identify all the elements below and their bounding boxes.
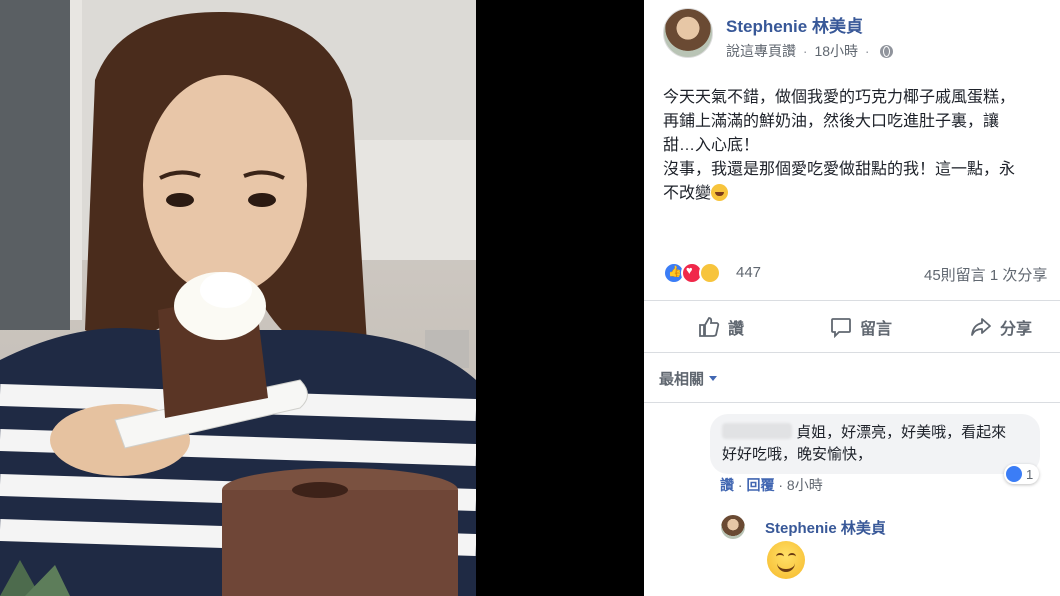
comment-icon <box>831 318 851 338</box>
caret-down-icon <box>709 376 718 381</box>
share-icon <box>971 318 991 336</box>
globe-icon[interactable] <box>880 45 894 58</box>
reply-author-name[interactable]: Stephenie 林美貞 <box>765 517 886 538</box>
haha-reaction-icon <box>699 262 721 284</box>
share-button[interactable]: 分享 <box>970 308 1032 346</box>
comment-text-line1: 貞姐，好漂亮，好美哦，看起來 <box>796 424 1007 441</box>
meta-separator: · <box>802 43 808 59</box>
post-text-line4: 沒事，我還是那個愛吃愛做甜點的我！這一點，永 <box>663 161 1016 178</box>
comment-filter-label: 最相關 <box>659 371 705 388</box>
post-panel: Stephenie 林美貞 說這專頁讚 · 18小時 · 今天天氣不錯，做個我愛… <box>644 0 1060 596</box>
comment-meta-separator: · <box>737 477 743 493</box>
meta-separator-2: · <box>864 43 870 59</box>
post-text-line2: 再鋪上滿滿的鮮奶油，然後大口吃進肚子裏，讓 <box>663 113 1000 130</box>
like-button-label: 讚 <box>728 321 745 338</box>
post-photo[interactable] <box>0 0 476 596</box>
reply-avatar[interactable] <box>721 515 745 539</box>
share-button-label: 分享 <box>1000 321 1033 338</box>
commenter-name-redacted[interactable] <box>722 423 792 439</box>
comment-meta-separator-2: · <box>778 477 784 493</box>
comment-like-link[interactable]: 讚 <box>720 477 734 493</box>
post-text-line3: 甜…入心底！ <box>663 137 760 154</box>
author-avatar[interactable] <box>663 8 713 58</box>
post-actions: 讚 留言 分享 <box>644 308 1060 346</box>
comment-button-label: 留言 <box>860 321 893 338</box>
post-time[interactable]: 18小時 <box>814 43 858 59</box>
post-meta: 說這專頁讚 · 18小時 · <box>726 41 894 61</box>
viewer-gap <box>476 0 644 596</box>
comment-button[interactable]: 留言 <box>830 308 892 346</box>
like-button[interactable]: 讚 <box>698 308 744 346</box>
comment-filter-dropdown[interactable]: 最相關 <box>659 368 718 389</box>
page-like-label[interactable]: 說這專頁讚 <box>726 43 796 59</box>
comment-like-badge[interactable]: 1 <box>1004 464 1040 484</box>
comments-shares-count[interactable]: 45則留言 1 次分享 <box>924 264 1047 285</box>
comment-text-line2: 好好吃哦，晚安愉快， <box>722 446 873 463</box>
post-text-line5: 不改變 <box>663 185 712 202</box>
divider <box>644 402 1060 403</box>
comment-like-count: 1 <box>1026 466 1034 482</box>
reaction-count[interactable]: 447 <box>736 264 761 281</box>
comment-bubble: 貞姐，好漂亮，好美哦，看起來 好好吃哦，晚安愉快， <box>710 414 1040 474</box>
divider <box>644 300 1060 301</box>
post-text: 今天天氣不錯，做個我愛的巧克力椰子戚風蛋糕， 再鋪上滿滿的鮮奶油，然後大口吃進肚… <box>663 86 1060 206</box>
divider <box>644 352 1060 353</box>
thumbs-up-icon <box>699 317 720 337</box>
comment-meta: 讚 · 回覆 · 8小時 <box>720 475 823 495</box>
smile-emoji-icon <box>767 541 805 579</box>
laughing-emoji-icon <box>711 184 729 201</box>
post-text-line1: 今天天氣不錯，做個我愛的巧克力椰子戚風蛋糕， <box>663 89 1016 106</box>
like-reaction-icon <box>1006 466 1022 482</box>
photo-illustration <box>0 0 476 596</box>
comment-time[interactable]: 8小時 <box>787 477 823 493</box>
comment-reply-link[interactable]: 回覆 <box>746 477 774 493</box>
author-name[interactable]: Stephenie 林美貞 <box>726 12 863 37</box>
